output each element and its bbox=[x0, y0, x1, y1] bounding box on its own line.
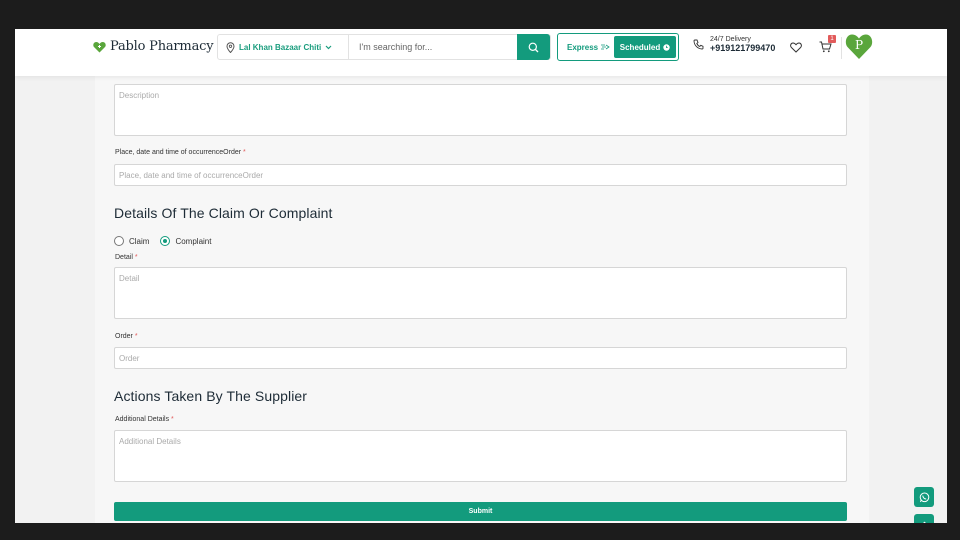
clock-icon bbox=[663, 43, 670, 51]
logo[interactable]: Pablo Pharmacy bbox=[93, 39, 214, 54]
radio-claim[interactable]: Claim bbox=[114, 236, 149, 246]
avatar-letter: P bbox=[854, 38, 864, 52]
additional-details-label: Additional Details * bbox=[115, 416, 174, 423]
radio-complaint[interactable]: Complaint bbox=[160, 236, 211, 246]
required-mark: * bbox=[171, 416, 174, 423]
delivery-mode-toggle: Express Scheduled bbox=[557, 33, 679, 61]
location-search-bar: Lal Khan Bazaar Chiti bbox=[217, 34, 551, 60]
additional-details-textarea[interactable] bbox=[114, 430, 847, 482]
chevron-up-icon bbox=[922, 521, 926, 523]
location-pin-icon bbox=[226, 41, 235, 53]
detail-textarea[interactable] bbox=[114, 267, 847, 319]
heart-icon bbox=[790, 42, 802, 53]
detail-label: Detail * bbox=[115, 254, 138, 261]
submit-button[interactable]: Submit bbox=[114, 502, 847, 521]
heart-logo-icon bbox=[93, 41, 106, 52]
express-label: Express bbox=[567, 42, 599, 52]
delivery-hours-text: 24/7 Delivery bbox=[710, 36, 751, 43]
location-selector[interactable]: Lal Khan Bazaar Chiti bbox=[218, 35, 349, 59]
radio-claim-circle[interactable] bbox=[114, 236, 124, 246]
order-label: Order * bbox=[115, 333, 138, 340]
place-input[interactable] bbox=[114, 164, 847, 186]
required-mark: * bbox=[134, 254, 138, 261]
radio-claim-label: Claim bbox=[129, 236, 150, 246]
cart-count-badge: 1 bbox=[828, 35, 836, 43]
claim-section-title: Details Of The Claim Or Complaint bbox=[114, 205, 333, 221]
scheduled-option[interactable]: Scheduled bbox=[614, 36, 676, 58]
place-label: Place, date and time of occurrenceOrder … bbox=[115, 149, 246, 156]
chevron-down-icon bbox=[325, 45, 332, 49]
wishlist-button[interactable] bbox=[790, 40, 802, 58]
required-mark: * bbox=[134, 333, 138, 340]
radio-complaint-label: Complaint bbox=[175, 236, 212, 246]
phone-contact[interactable]: 24/7 Delivery +919121799470 bbox=[693, 36, 775, 53]
actions-section-title: Actions Taken By The Supplier bbox=[114, 388, 308, 404]
scheduled-label: Scheduled bbox=[619, 42, 661, 52]
user-avatar[interactable]: P bbox=[845, 33, 873, 65]
required-mark: * bbox=[243, 149, 246, 156]
logo-text: Pablo Pharmacy bbox=[110, 39, 214, 54]
site-header: Pablo Pharmacy Lal Khan Bazaar Chiti I'm… bbox=[15, 29, 947, 76]
express-option[interactable]: Express bbox=[560, 43, 614, 52]
header-divider bbox=[841, 37, 842, 59]
radio-complaint-circle[interactable] bbox=[160, 236, 171, 246]
location-text: Lal Khan Bazaar Chiti bbox=[239, 42, 322, 52]
description-textarea[interactable] bbox=[114, 84, 847, 136]
search-button[interactable] bbox=[517, 34, 550, 60]
search-input[interactable] bbox=[349, 35, 519, 59]
whatsapp-icon bbox=[919, 492, 929, 502]
phone-number-text: +919121799470 bbox=[710, 43, 776, 53]
claim-type-radio-group: Claim Complaint bbox=[114, 236, 211, 246]
search-icon bbox=[528, 42, 539, 52]
scroll-to-top-button[interactable] bbox=[914, 514, 934, 523]
phone-icon bbox=[693, 39, 704, 50]
fast-delivery-icon bbox=[601, 44, 610, 50]
whatsapp-button[interactable] bbox=[914, 487, 934, 507]
browser-viewport: Pablo Pharmacy Lal Khan Bazaar Chiti I'm… bbox=[15, 29, 947, 523]
order-input[interactable] bbox=[114, 347, 847, 369]
